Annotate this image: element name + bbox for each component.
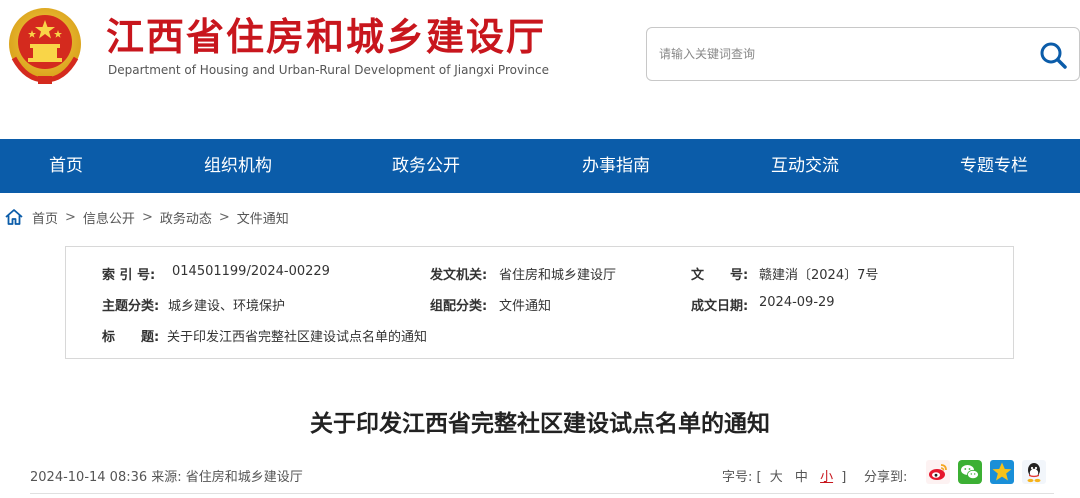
- nav-item-organization[interactable]: 组织机构: [172, 139, 304, 193]
- font-size-bracket-open: [: [756, 470, 762, 485]
- font-size-label: 字号:: [722, 470, 753, 485]
- breadcrumb-separator: >: [65, 209, 76, 225]
- font-size-control: 字号: [ 大 中 小 ]: [722, 466, 846, 485]
- meta-divider: [30, 493, 1054, 494]
- title-label: 标 题:: [102, 330, 160, 345]
- font-small-button[interactable]: 小: [820, 470, 833, 485]
- site-title[interactable]: 江西省住房和城乡建设厅: [106, 12, 546, 62]
- nav-item-service-guide[interactable]: 办事指南: [550, 139, 682, 193]
- breadcrumb-home[interactable]: 首页: [32, 208, 58, 227]
- share-icons: [926, 460, 1046, 484]
- national-emblem-icon[interactable]: [6, 6, 84, 86]
- weibo-icon[interactable]: [926, 460, 950, 484]
- search-box: [646, 27, 1080, 81]
- share-label: 分享到:: [864, 470, 908, 485]
- date-label: 成文日期:: [691, 299, 749, 314]
- main-nav: 首页 组织机构 政务公开 办事指南 互动交流 专题专栏: [0, 139, 1080, 193]
- breadcrumb-info-disclosure[interactable]: 信息公开: [83, 208, 135, 227]
- category-value: 文件通知: [499, 299, 552, 314]
- category-label: 组配分类:: [430, 299, 488, 314]
- wechat-icon[interactable]: [958, 460, 982, 484]
- nav-item-government-affairs[interactable]: 政务公开: [360, 139, 492, 193]
- home-icon[interactable]: [4, 207, 24, 227]
- font-medium-button[interactable]: 中: [795, 470, 808, 485]
- docno-value: 赣建消〔2024〕7号: [759, 268, 879, 283]
- search-input[interactable]: [659, 43, 1019, 65]
- nav-item-interaction[interactable]: 互动交流: [739, 139, 871, 193]
- qq-icon[interactable]: [1022, 460, 1046, 484]
- site-header: 江西省住房和城乡建设厅 Department of Housing and Ur…: [0, 0, 1080, 138]
- article-title: 关于印发江西省完整社区建设试点名单的通知: [310, 411, 770, 437]
- topic-value: 城乡建设、环境保护: [168, 299, 286, 314]
- qzone-icon[interactable]: [990, 460, 1014, 484]
- breadcrumb-government-news[interactable]: 政务动态: [160, 208, 212, 227]
- date-value: 2024-09-29: [759, 295, 835, 310]
- search-icon[interactable]: [1037, 39, 1069, 71]
- site-subtitle: Department of Housing and Urban-Rural De…: [108, 63, 549, 77]
- nav-item-home[interactable]: 首页: [0, 139, 132, 193]
- article-meta: 2024-10-14 08:36 来源: 省住房和城乡建设厅: [30, 470, 303, 485]
- document-info-box: 索 引 号: 014501199/2024-00229 发文机关: 省住房和城乡…: [65, 246, 1014, 359]
- docno-label: 文 号:: [691, 268, 749, 283]
- breadcrumb-separator: >: [218, 209, 230, 225]
- breadcrumb-separator: >: [141, 209, 153, 225]
- nav-item-special-topics[interactable]: 专题专栏: [928, 139, 1060, 193]
- index-label: 索 引 号:: [102, 268, 156, 283]
- font-large-button[interactable]: 大: [770, 470, 783, 485]
- font-size-bracket-close: ]: [841, 470, 847, 485]
- issuer-label: 发文机关:: [430, 268, 488, 283]
- index-value: 014501199/2024-00229: [172, 264, 330, 279]
- topic-label: 主题分类:: [102, 299, 160, 314]
- breadcrumb-document-notice[interactable]: 文件通知: [237, 208, 289, 227]
- issuer-value: 省住房和城乡建设厅: [499, 268, 617, 283]
- title-value: 关于印发江西省完整社区建设试点名单的通知: [167, 330, 428, 345]
- breadcrumb: 首页 > 信息公开 > 政务动态 > 文件通知: [4, 206, 289, 228]
